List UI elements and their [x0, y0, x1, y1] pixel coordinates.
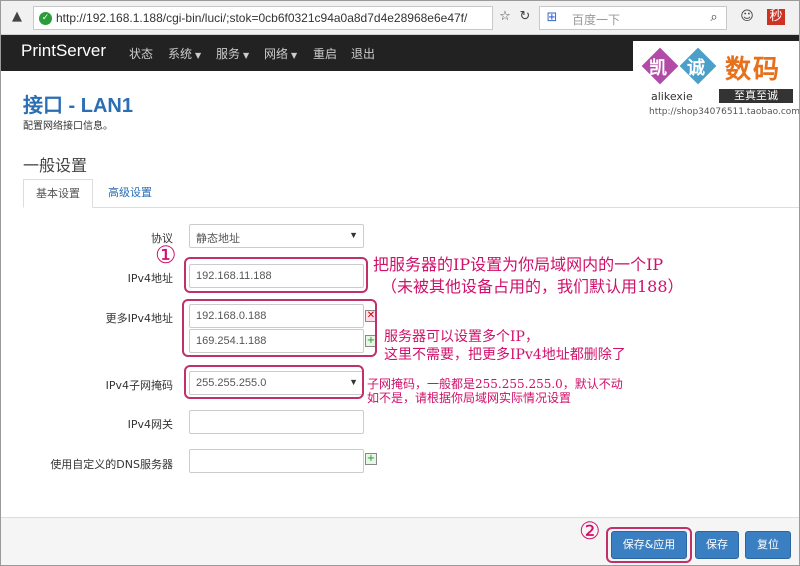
page-title: 接口 - LAN1 — [23, 95, 133, 117]
baidu-icon: ⊞ — [546, 10, 558, 25]
annotation-box-more-ipv4 — [182, 299, 377, 357]
annotation-note-2a: 服务器可以设置多个IP， — [384, 329, 539, 345]
page-description: 配置网络接口信息。 — [23, 121, 113, 132]
protocol-label: 协议 — [151, 232, 173, 245]
brand[interactable]: PrintServer — [21, 41, 106, 61]
netmask-label: IPv4子网掩码 — [105, 379, 173, 392]
annotation-note-1b: （未被其他设备占用的，我们默认用188） — [381, 277, 684, 296]
screenshot-frame: ▲ ✓ http://192.168.1.188/cgi-bin/luci/;s… — [0, 0, 800, 566]
refresh-icon[interactable]: ↻ — [517, 9, 533, 25]
gateway-label: IPv4网关 — [127, 418, 173, 431]
annotation-number-1: ① — [155, 241, 177, 269]
annotation-note-2b: 这里不需要，把更多IPv4地址都删除了 — [384, 347, 626, 363]
reset-button[interactable]: 复位 — [745, 531, 791, 559]
add-icon[interactable]: + — [365, 453, 377, 465]
search-placeholder: 百度一下 — [572, 13, 621, 27]
nav-system[interactable]: 系统 ▼ — [168, 45, 201, 62]
nav-network[interactable]: 网络 ▼ — [264, 45, 297, 62]
gateway-input[interactable] — [189, 410, 364, 434]
annotation-note-3b: 如不是，请根据你局域网实际情况设置 — [367, 391, 572, 405]
dns-input[interactable] — [189, 449, 364, 473]
save-apply-button[interactable]: 保存&应用 — [611, 531, 687, 559]
protocol-select[interactable]: 静态地址 ▼ — [189, 224, 364, 248]
tab-basic-settings[interactable]: 基本设置 — [23, 179, 93, 208]
secure-icon: ✓ — [39, 12, 52, 25]
home-icon[interactable]: ▲ — [9, 9, 25, 25]
nav-logout[interactable]: 退出 — [351, 45, 375, 62]
shop-watermark: 凯 诚 数码 alikexie 至真至诚 http://shop34076511… — [633, 41, 799, 119]
caret-down-icon: ▼ — [243, 51, 250, 60]
tab-advanced-settings[interactable]: 高级设置 — [95, 179, 165, 208]
url-text: http://192.168.1.188/cgi-bin/luci/;stok=… — [56, 11, 468, 25]
nav-services[interactable]: 服务 ▼ — [216, 45, 249, 62]
star-icon[interactable]: ☆ — [497, 9, 513, 25]
save-button[interactable]: 保存 — [695, 531, 739, 559]
browser-toolbar: ▲ ✓ http://192.168.1.188/cgi-bin/luci/;s… — [1, 1, 799, 35]
extension-icon[interactable]: 秒 — [767, 9, 785, 25]
nav-reboot[interactable]: 重启 — [313, 45, 337, 62]
more-ipv4-label: 更多IPv4地址 — [105, 312, 173, 325]
search-icon[interactable]: ⌕ — [706, 10, 722, 26]
address-bar[interactable]: ✓ http://192.168.1.188/cgi-bin/luci/;sto… — [33, 6, 493, 30]
annotation-number-2: ② — [579, 517, 601, 545]
annotation-box-ipv4 — [184, 257, 368, 293]
caret-down-icon: ▼ — [291, 51, 298, 60]
caret-down-icon: ▼ — [195, 51, 202, 60]
annotation-box-netmask — [184, 365, 364, 399]
search-input[interactable]: ⊞ 百度一下 ⌕ — [539, 6, 727, 30]
dns-label: 使用自定义的DNS服务器 — [50, 458, 173, 471]
section-title: 一般设置 — [23, 156, 88, 175]
annotation-note-1a: 把服务器的IP设置为你局域网内的一个IP — [373, 255, 664, 274]
caret-down-icon: ▼ — [349, 230, 358, 240]
chat-icon[interactable]: ☺ — [739, 9, 755, 25]
nav-status[interactable]: 状态 — [129, 45, 153, 62]
ipv4-label: IPv4地址 — [127, 272, 173, 285]
